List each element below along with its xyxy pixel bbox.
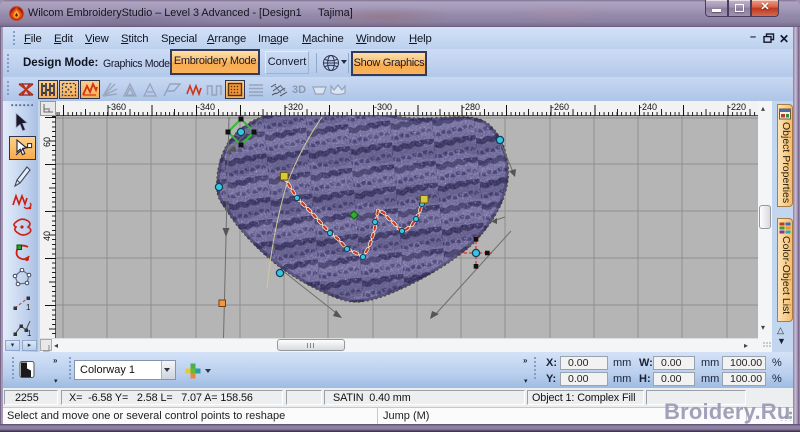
svg-text:1: 1 [27,329,32,338]
svg-text:1: 1 [26,303,31,312]
